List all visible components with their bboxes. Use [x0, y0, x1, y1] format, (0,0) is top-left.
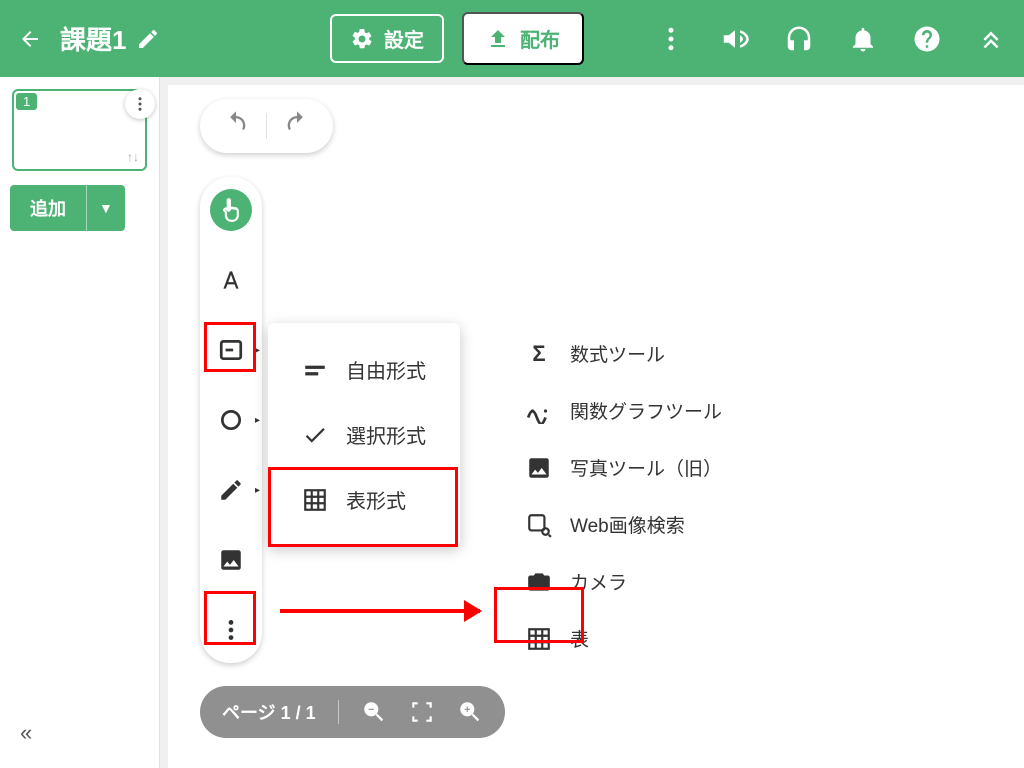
flyout-label: Web画像検索 — [570, 511, 685, 538]
pen-tool[interactable]: ▸ — [210, 469, 252, 511]
zoom-out-icon[interactable] — [361, 699, 387, 725]
flyout-label: 数式ツール — [570, 340, 665, 367]
sigma-icon: Σ — [526, 341, 552, 367]
add-page-button[interactable]: 追加 — [10, 185, 86, 231]
flyout-label: 表形式 — [346, 485, 406, 514]
swap-icon: ↑↓ — [127, 150, 139, 164]
more-tool-flyout: Σ 数式ツール 関数グラフツール 写真ツール（旧） Web画像検索 カメラ — [500, 325, 748, 667]
annotation-arrow — [280, 609, 480, 613]
flyout-item-math[interactable]: Σ 数式ツール — [500, 325, 748, 382]
page-thumb-number: 1 — [16, 93, 37, 110]
flyout-label: カメラ — [570, 568, 627, 595]
gear-icon — [350, 27, 374, 51]
help-icon[interactable] — [912, 24, 942, 54]
canvas-area: ▸ ▸ ▸ 自由形式 選択形式 — [160, 77, 1024, 768]
app-header: 課題1 設定 配布 — [0, 0, 1024, 77]
flyout-item-websearch[interactable]: Web画像検索 — [500, 496, 748, 553]
flyout-label: 選択形式 — [346, 420, 426, 449]
shape-tool[interactable]: ▸ — [210, 399, 252, 441]
assignment-title: 課題1 — [60, 20, 126, 57]
image-tool[interactable] — [210, 539, 252, 581]
back-arrow-icon[interactable] — [18, 27, 42, 51]
freeform-icon — [302, 357, 328, 383]
undo-redo-bar — [200, 99, 333, 153]
distribute-button-label: 配布 — [520, 24, 560, 53]
settings-button-label: 設定 — [384, 24, 424, 53]
sidebar-collapse-icon[interactable]: « — [20, 720, 32, 746]
tool-toolbar: ▸ ▸ ▸ — [200, 177, 262, 663]
function-icon — [526, 398, 552, 424]
text-tool[interactable] — [210, 259, 252, 301]
flyout-label: 関数グラフツール — [570, 397, 722, 424]
flyout-item-photo[interactable]: 写真ツール（旧） — [500, 439, 748, 496]
flyout-label: 写真ツール（旧） — [570, 454, 722, 481]
table-icon — [526, 626, 552, 652]
flyout-label: 表 — [570, 625, 589, 652]
headphones-icon[interactable] — [784, 24, 814, 54]
chevron-up-double-icon[interactable] — [976, 24, 1006, 54]
table-edit-icon — [302, 487, 328, 513]
photo-icon — [526, 455, 552, 481]
settings-button[interactable]: 設定 — [330, 14, 444, 63]
upload-icon — [486, 27, 510, 51]
undo-icon[interactable] — [222, 109, 250, 144]
flyout-item-function[interactable]: 関数グラフツール — [500, 382, 748, 439]
distribute-button[interactable]: 配布 — [462, 12, 584, 65]
camera-icon — [526, 569, 552, 595]
pointer-tool[interactable] — [210, 189, 252, 231]
more-vert-icon[interactable] — [656, 24, 686, 54]
more-tool[interactable] — [210, 609, 252, 651]
pencil-icon[interactable] — [136, 27, 160, 51]
check-icon — [302, 422, 328, 448]
zoom-in-icon[interactable] — [457, 699, 483, 725]
image-search-icon — [526, 512, 552, 538]
megaphone-icon[interactable] — [720, 24, 750, 54]
thumb-more-button[interactable] — [125, 89, 155, 119]
page-indicator: ページ 1 / 1 — [222, 699, 316, 725]
add-page-dropdown[interactable]: ▼ — [86, 185, 125, 231]
redo-icon[interactable] — [283, 109, 311, 144]
card-tool[interactable]: ▸ — [210, 329, 252, 371]
flyout-item-table[interactable]: 表 — [500, 610, 748, 667]
flyout-item-camera[interactable]: カメラ — [500, 553, 748, 610]
flyout-label: 自由形式 — [346, 355, 426, 384]
card-tool-flyout: 自由形式 選択形式 表形式 — [268, 323, 460, 546]
page-thumbs-sidebar: 1 ↑↓ 追加 ▼ — [0, 77, 160, 768]
bell-icon[interactable] — [848, 24, 878, 54]
page-control-bar: ページ 1 / 1 — [200, 686, 505, 738]
fullscreen-icon[interactable] — [409, 699, 435, 725]
flyout-item-table-format[interactable]: 表形式 — [268, 467, 460, 532]
flyout-item-select[interactable]: 選択形式 — [268, 402, 460, 467]
flyout-item-freeform[interactable]: 自由形式 — [268, 337, 460, 402]
